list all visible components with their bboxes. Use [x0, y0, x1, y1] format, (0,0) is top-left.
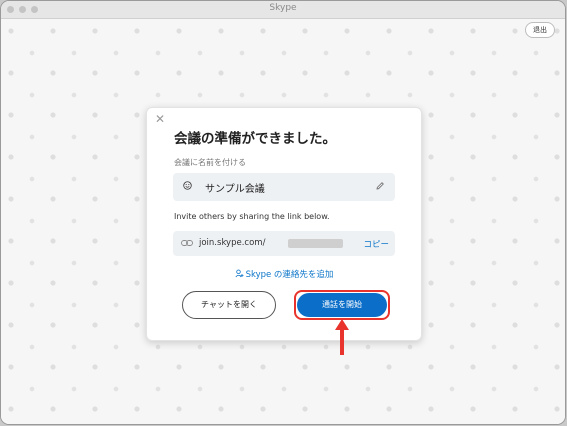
dialog-title: 会議の準備ができました。 — [174, 131, 336, 147]
link-redaction — [288, 239, 343, 248]
pencil-icon[interactable] — [375, 181, 385, 191]
link-icon — [181, 240, 193, 246]
open-chat-button[interactable]: チャットを開く — [182, 291, 276, 319]
copy-link-button[interactable]: コピー — [363, 238, 389, 250]
meeting-name-field[interactable]: サンプル会議 — [173, 173, 395, 201]
invite-text: Invite others by sharing the link below. — [174, 212, 330, 221]
start-call-button[interactable]: 通話を開始 — [297, 293, 387, 317]
meeting-name-value: サンプル会議 — [205, 184, 265, 195]
add-contacts-link[interactable]: Skype の連絡先を追加 — [147, 268, 421, 280]
meeting-link-field: join.skype.com/ コピー — [173, 231, 395, 256]
title-bar: Skype — [1, 1, 565, 19]
exit-button[interactable]: 退出 — [525, 22, 555, 38]
skype-window: Skype 退出 ✕ 会議の準備ができました。 会議に名前を付ける サンプル会議… — [0, 0, 566, 425]
smile-icon[interactable] — [183, 181, 192, 190]
meeting-name-label: 会議に名前を付ける — [174, 158, 246, 167]
add-contact-icon — [235, 269, 244, 278]
add-contacts-label: Skype の連絡先を追加 — [245, 270, 334, 280]
arrow-up-icon — [335, 319, 349, 355]
close-icon[interactable]: ✕ — [155, 112, 165, 126]
meeting-link[interactable]: join.skype.com/ — [199, 238, 265, 248]
meeting-ready-dialog: ✕ 会議の準備ができました。 会議に名前を付ける サンプル会議 Invite o… — [146, 107, 422, 341]
window-title: Skype — [269, 3, 297, 13]
